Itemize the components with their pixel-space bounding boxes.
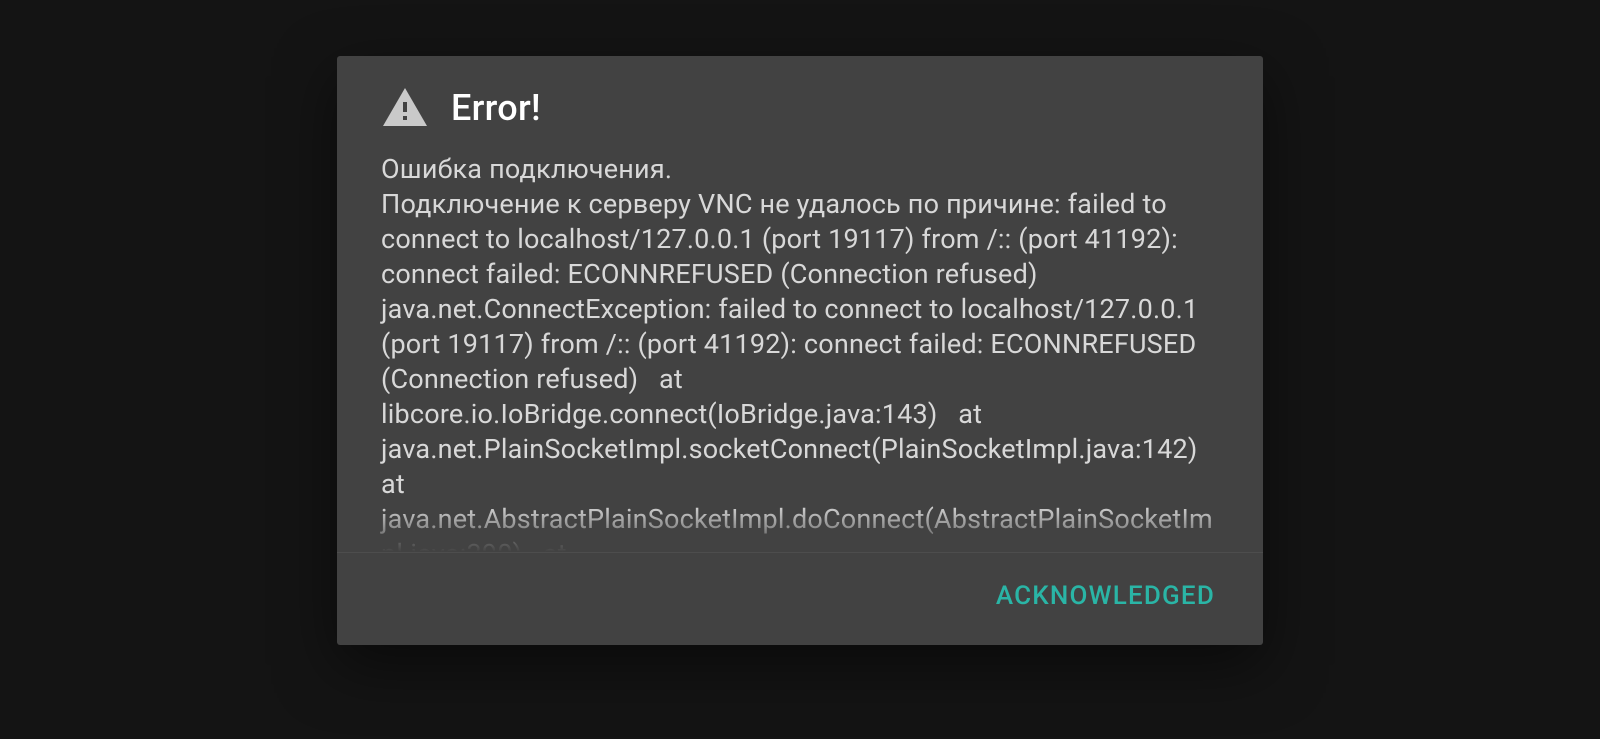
dialog-title: Error! <box>451 87 541 129</box>
dialog-body[interactable]: Ошибка подключения. Подключение к сервер… <box>337 152 1263 552</box>
acknowledged-button[interactable]: ACKNOWLEDGED <box>984 573 1227 619</box>
dialog-actions: ACKNOWLEDGED <box>337 552 1263 645</box>
dialog-message: Ошибка подключения. Подключение к сервер… <box>381 152 1219 552</box>
dialog-overlay: Error! Ошибка подключения. Подключение к… <box>0 0 1600 739</box>
error-dialog: Error! Ошибка подключения. Подключение к… <box>337 56 1263 645</box>
dialog-header: Error! <box>337 56 1263 152</box>
warning-icon <box>381 84 429 132</box>
